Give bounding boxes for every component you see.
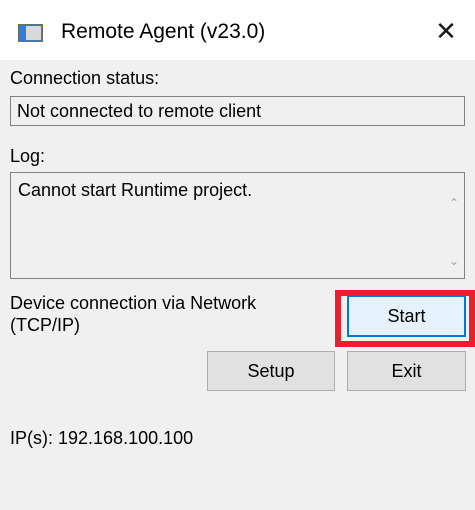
exit-button[interactable]: Exit xyxy=(347,351,466,391)
app-window-icon xyxy=(18,24,43,42)
remote-agent-window: Remote Agent (v23.0) ✕ Connection status… xyxy=(0,0,475,510)
log-message: Cannot start Runtime project. xyxy=(18,180,253,200)
title-bar[interactable]: Remote Agent (v23.0) ✕ xyxy=(0,0,475,60)
ip-address-text: IP(s): 192.168.100.100 xyxy=(10,428,194,448)
log-textbox[interactable]: Cannot start Runtime project. ⌃ ⌄ xyxy=(10,172,465,279)
scroll-down-arrow-icon[interactable]: ⌄ xyxy=(444,251,464,271)
scroll-up-arrow-icon[interactable]: ⌃ xyxy=(444,193,464,213)
connection-status-field: Not connected to remote client xyxy=(10,96,465,126)
start-button[interactable]: Start xyxy=(347,295,466,337)
log-label: Log: xyxy=(10,146,46,166)
device-connection-label-line1: Device connection via Network xyxy=(10,293,257,313)
device-connection-label-line2: (TCP/IP) xyxy=(10,315,80,335)
app-icon-pane xyxy=(26,26,41,40)
window-title: Remote Agent (v23.0) xyxy=(61,20,266,43)
log-scrollbar[interactable]: ⌃ ⌄ xyxy=(444,173,464,278)
connection-status-label: Connection status: xyxy=(10,68,160,88)
close-icon[interactable]: ✕ xyxy=(428,16,464,48)
dialog-body: Connection status: Not connected to remo… xyxy=(0,60,475,510)
setup-button[interactable]: Setup xyxy=(207,351,335,391)
